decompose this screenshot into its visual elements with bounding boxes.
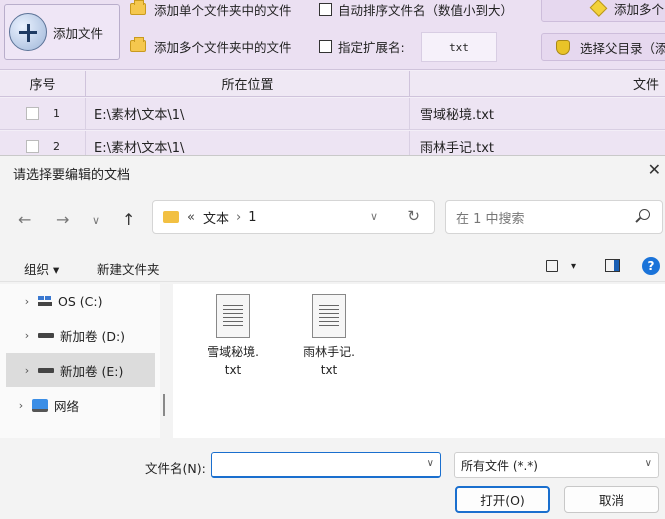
preview-pane-icon[interactable] <box>605 259 620 272</box>
text-document-icon <box>312 294 346 338</box>
row-index-cell: 1 <box>0 98 86 129</box>
file-name: 雪域秘境. txt <box>207 343 259 379</box>
dialog-title: 请选择要编辑的文档 <box>13 168 131 183</box>
auto-sort-checkbox[interactable]: 自动排序文件名（数值小到大） <box>319 0 513 22</box>
tree-item-d-drive[interactable]: › 新加卷 (D:) <box>6 318 155 352</box>
address-bar[interactable]: « 文本 › 1 ∨ ↻ <box>152 200 435 234</box>
new-folder-button[interactable]: 新建文件夹 <box>97 259 160 278</box>
view-dropdown-icon[interactable]: ▾ <box>571 261 576 272</box>
folder-icon <box>130 37 146 52</box>
file-item[interactable]: 雪域秘境. txt <box>193 294 273 379</box>
row-index: 1 <box>53 107 60 120</box>
add-file-button[interactable]: 添加文件 <box>4 4 120 60</box>
breadcrumb-overflow[interactable]: « <box>187 210 195 225</box>
shield-icon <box>556 40 570 55</box>
file-list: 雪域秘境. txt 雨林手记. txt <box>173 284 665 438</box>
expand-arrow-icon[interactable]: › <box>16 329 38 342</box>
select-parent-dir-button[interactable]: 选择父目录（添 <box>541 33 665 61</box>
text-document-icon <box>216 294 250 338</box>
help-icon[interactable]: ? <box>642 257 660 275</box>
file-name-line: 雨林手记. <box>303 345 355 359</box>
search-placeholder: 在 1 中搜索 <box>456 211 525 227</box>
drive-icon <box>38 367 54 373</box>
search-input[interactable]: 在 1 中搜索 <box>445 200 663 234</box>
expand-arrow-icon[interactable]: › <box>10 399 32 412</box>
col-header-index[interactable]: 序号 <box>0 71 86 96</box>
organize-menu[interactable]: 组织 ▾ <box>24 259 59 278</box>
expand-arrow-icon[interactable]: › <box>16 295 38 308</box>
cancel-button[interactable]: 取消 <box>564 486 659 513</box>
open-file-dialog: 请选择要编辑的文档 ✕ ← → ∨ ↑ « 文本 › 1 ∨ ↻ 在 1 中搜索… <box>0 155 665 519</box>
open-button[interactable]: 打开(O) <box>455 486 550 513</box>
file-name-line: 雪域秘境. <box>207 345 259 359</box>
command-bar: 组织 ▾ 新建文件夹 ▾ ? <box>0 252 665 282</box>
row-file: 雪域秘境.txt <box>420 108 495 123</box>
os-drive-icon <box>38 296 52 306</box>
col-header-location[interactable]: 所在位置 <box>86 71 410 96</box>
row-path: E:\素材\文本\1\ <box>86 98 410 129</box>
expand-arrow-icon[interactable]: › <box>16 364 38 377</box>
table-row[interactable]: 1 E:\素材\文本\1\ 雪域秘境.txt <box>0 98 665 130</box>
up-arrow-icon[interactable]: ↑ <box>122 210 135 229</box>
plus-circle-icon <box>9 13 47 51</box>
add-multi-right-label: 添加多个 <box>614 1 665 17</box>
add-multi-folder-label: 添加多个文件夹中的文件 <box>154 39 292 55</box>
back-arrow-icon[interactable]: ← <box>18 210 31 229</box>
checkbox-box[interactable] <box>319 2 332 16</box>
tree-item-label: 新加卷 (D:) <box>60 328 126 344</box>
chevron-down-icon[interactable]: ∨ <box>427 458 434 469</box>
breadcrumb-separator[interactable]: › <box>236 210 241 225</box>
ext-checkbox[interactable]: 指定扩展名: <box>319 33 405 59</box>
breadcrumb-item[interactable]: 1 <box>248 210 256 225</box>
row-checkbox[interactable] <box>26 107 39 120</box>
navigation-tree: › OS (C:) › 新加卷 (D:) › 新加卷 (E:) › 网络 <box>0 284 160 438</box>
file-item[interactable]: 雨林手记. txt <box>289 294 369 379</box>
filename-label: 文件名(N): <box>145 461 206 476</box>
add-multi-right-button[interactable]: 添加多个 <box>541 0 665 22</box>
chevron-down-icon[interactable]: ∨ <box>645 458 652 469</box>
recent-dropdown-icon[interactable]: ∨ <box>92 214 100 227</box>
tree-item-label: 新加卷 (E:) <box>60 363 124 379</box>
filename-input[interactable]: ∨ <box>211 452 441 478</box>
forward-arrow-icon[interactable]: → <box>56 210 69 229</box>
file-name: 雨林手记. txt <box>303 343 355 379</box>
tree-item-network[interactable]: › 网络 <box>0 388 149 422</box>
add-single-folder-label: 添加单个文件夹中的文件 <box>154 2 292 18</box>
folder-icon <box>163 211 179 223</box>
drive-icon <box>38 332 54 338</box>
add-file-label: 添加文件 <box>53 25 104 41</box>
close-icon[interactable]: ✕ <box>648 160 661 179</box>
file-name-line: txt <box>224 363 242 377</box>
gem-icon <box>589 0 608 17</box>
tree-item-c-drive[interactable]: › OS (C:) <box>6 284 155 318</box>
refresh-icon[interactable]: ↻ <box>407 207 420 225</box>
chevron-down-icon[interactable]: ∨ <box>370 210 378 223</box>
auto-sort-label: 自动排序文件名（数值小到大） <box>338 2 514 18</box>
row-checkbox[interactable] <box>26 140 39 153</box>
select-parent-dir-label: 选择父目录（添 <box>580 40 665 56</box>
row-index: 2 <box>53 140 60 153</box>
tree-scrollbar[interactable] <box>163 394 165 416</box>
ext-label: 指定扩展名: <box>338 39 405 55</box>
tree-item-e-drive[interactable]: › 新加卷 (E:) <box>6 353 155 387</box>
file-name-line: txt <box>320 363 338 377</box>
tree-item-label: OS (C:) <box>58 293 103 309</box>
grid-header: 序号 所在位置 文件 <box>0 71 665 97</box>
view-options-icon[interactable] <box>546 260 558 272</box>
add-single-folder-button[interactable]: 添加单个文件夹中的文件 <box>130 0 292 22</box>
filetype-select[interactable]: 所有文件 (*.*) ∨ <box>454 452 659 478</box>
search-icon[interactable] <box>639 209 650 220</box>
main-toolbar: 添加文件 添加单个文件夹中的文件 添加多个文件夹中的文件 自动排序文件名（数值小… <box>0 0 665 70</box>
tree-item-label: 网络 <box>54 398 80 414</box>
network-icon <box>32 398 48 412</box>
breadcrumb-item[interactable]: 文本 <box>203 208 229 227</box>
folder-icon <box>130 0 146 15</box>
extension-input[interactable]: txt <box>421 32 497 62</box>
checkbox-box[interactable] <box>319 39 332 53</box>
dialog-footer: 文件名(N): ∨ 所有文件 (*.*) ∨ 打开(O) 取消 <box>0 438 665 519</box>
col-header-file[interactable]: 文件 <box>410 71 665 96</box>
filetype-value: 所有文件 (*.*) <box>461 459 538 473</box>
add-multi-folder-button[interactable]: 添加多个文件夹中的文件 <box>130 33 292 59</box>
